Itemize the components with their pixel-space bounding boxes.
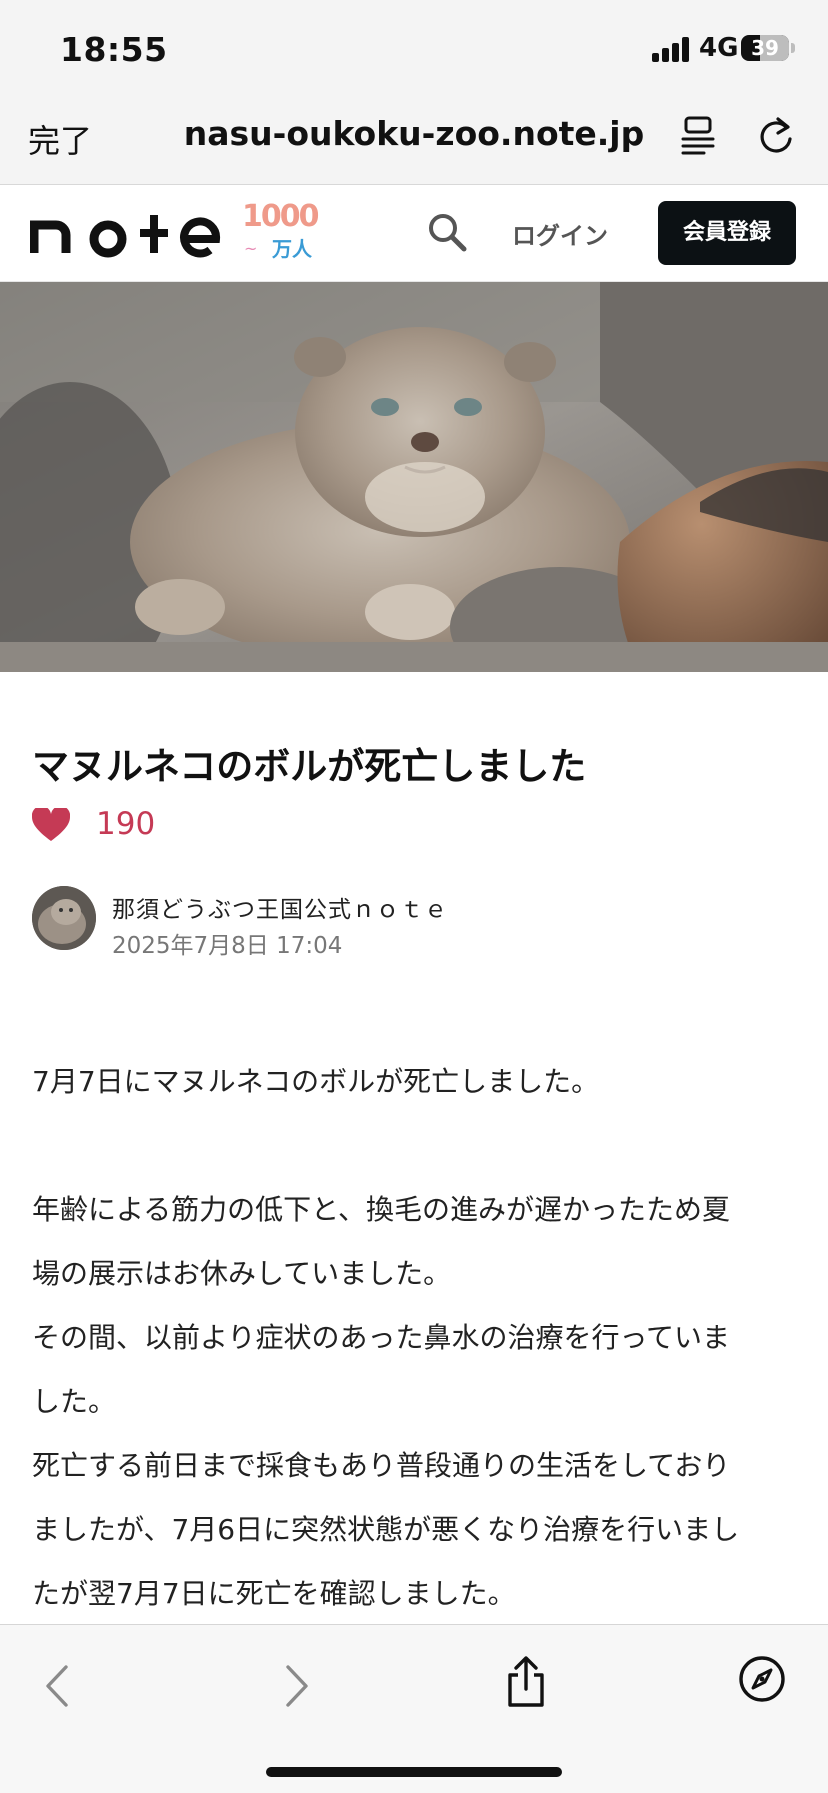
like-count: 190 xyxy=(96,806,156,842)
done-button[interactable]: 完了 xyxy=(28,116,92,162)
reader-mode-icon[interactable] xyxy=(680,115,716,155)
browser-bottom-bar xyxy=(0,1624,828,1793)
1000-man-badge: 1000 ~ 万人 xyxy=(240,199,319,263)
logo-text: note xyxy=(30,207,33,208)
note-logo[interactable]: note xyxy=(30,207,230,259)
battery-tip xyxy=(791,43,795,53)
address-bar-url[interactable]: nasu-oukoku-zoo.note.jp xyxy=(150,114,678,153)
hero-image-pallas-cat xyxy=(0,282,828,672)
author-name[interactable]: 那須どうぶつ王国公式ｎｏｔｅ xyxy=(112,890,448,924)
browser-top-bar: 18:55 4G 39 完了 nasu-oukoku-zoo.note.jp xyxy=(0,0,828,185)
back-icon[interactable] xyxy=(40,1663,76,1709)
body-line: 死亡する前日まで採食もあり普段通りの生活をしており xyxy=(32,1449,731,1482)
network-type: 4G xyxy=(699,33,739,63)
body-line: した。 xyxy=(32,1385,117,1418)
signup-button[interactable]: 会員登録 xyxy=(658,201,796,265)
status-time: 18:55 xyxy=(60,30,168,69)
body-line: 年齢による筋力の低下と、換毛の進みが遅かったため夏 xyxy=(32,1193,731,1226)
home-indicator xyxy=(266,1767,562,1777)
badge-unit: 万人 xyxy=(272,237,312,261)
publish-date: 2025年7月8日 17:04 xyxy=(112,933,343,959)
article-title: マヌルネコのボルが死亡しました xyxy=(32,745,587,788)
battery-icon: 39 xyxy=(741,35,789,61)
body-line: たが翌7月7日に死亡を確認しました。 xyxy=(32,1577,516,1610)
article-body: 7月7日にマヌルネコのボルが死亡しました。 年齢による筋力の低下と、換毛の進みが… xyxy=(32,1050,798,1626)
body-line: 7月7日にマヌルネコのボルが死亡しました。 xyxy=(32,1065,600,1098)
share-icon[interactable] xyxy=(504,1655,548,1709)
body-line: 場の展示はお休みしていました。 xyxy=(32,1257,452,1290)
badge-wave: ~ xyxy=(244,239,258,258)
login-link[interactable]: ログイン xyxy=(512,216,608,251)
site-header: note 1000 ~ 万人 ログイン 会員登録 xyxy=(0,185,828,282)
heart-icon[interactable] xyxy=(32,808,70,842)
author-avatar[interactable] xyxy=(32,886,96,950)
body-line: その間、以前より症状のあった鼻水の治療を行っていま xyxy=(32,1321,731,1354)
reload-icon[interactable] xyxy=(756,113,796,157)
cellular-signal-icon xyxy=(652,36,692,62)
forward-icon[interactable] xyxy=(278,1663,314,1709)
badge-number: 1000 xyxy=(242,199,319,234)
compass-icon[interactable] xyxy=(738,1655,786,1703)
search-icon[interactable] xyxy=(426,211,468,253)
body-line: ましたが、7月6日に突然状態が悪くなり治療を行いまし xyxy=(32,1513,740,1546)
battery-level: 39 xyxy=(751,36,779,60)
